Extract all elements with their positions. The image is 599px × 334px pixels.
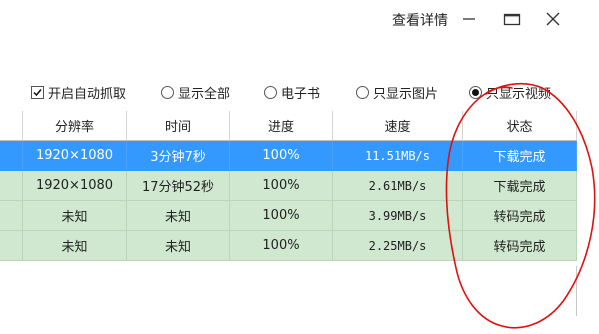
row-cell-blank [0, 201, 23, 231]
header-time[interactable]: 时间 [127, 111, 230, 141]
filter-bar: 开启自动抓取 显示全部 电子书 只显示图片 只显示视频 [0, 82, 599, 102]
images-only-radio[interactable]: 只显示图片 [356, 82, 438, 102]
status-cell: 转码完成 [463, 231, 577, 261]
view-details-link[interactable]: 查看详情 [392, 10, 448, 30]
table-row[interactable]: 未知 未知 100% 3.99MB/s 转码完成 [0, 201, 577, 231]
images-only-label: 只显示图片 [373, 86, 439, 102]
speed-cell: 11.51MB/s [333, 141, 463, 171]
column-divider [576, 266, 577, 316]
progress-cell: 100% [230, 171, 333, 201]
download-table: 分辨率 时间 进度 速度 状态 1920×1080 3分钟7秒 100% 11.… [0, 111, 577, 261]
checkmark-icon [33, 88, 42, 96]
table-header: 分辨率 时间 进度 速度 状态 [0, 111, 577, 141]
show-all-radio[interactable]: 显示全部 [161, 82, 230, 102]
progress-cell: 100% [230, 201, 333, 231]
table-row[interactable]: 未知 未知 100% 2.25MB/s 转码完成 [0, 231, 577, 261]
resolution-cell: 1920×1080 [23, 171, 127, 201]
close-button[interactable] [541, 8, 565, 30]
maximize-button[interactable] [500, 8, 524, 30]
checkbox-box[interactable] [31, 85, 44, 99]
header-status[interactable]: 状态 [463, 111, 577, 141]
title-bar: 查看详情 [0, 0, 599, 40]
header-progress[interactable]: 进度 [230, 111, 333, 141]
auto-capture-label: 开启自动抓取 [48, 86, 127, 102]
time-cell: 3分钟7秒 [127, 141, 230, 171]
header-resolution[interactable]: 分辨率 [23, 111, 127, 141]
resolution-cell: 未知 [23, 231, 127, 261]
radio-indicator[interactable] [264, 85, 277, 99]
auto-capture-checkbox[interactable]: 开启自动抓取 [31, 82, 126, 102]
progress-cell: 100% [230, 231, 333, 261]
table-row[interactable]: 1920×1080 17分钟52秒 100% 2.61MB/s 下载完成 [0, 171, 577, 201]
time-cell: 未知 [127, 201, 230, 231]
speed-cell: 2.25MB/s [333, 231, 463, 261]
speed-cell: 2.61MB/s [333, 171, 463, 201]
minimize-icon [463, 18, 475, 20]
row-cell-blank [0, 141, 23, 171]
videos-only-radio[interactable]: 只显示视频 [469, 82, 551, 102]
row-cell-blank [0, 231, 23, 261]
radio-indicator[interactable] [356, 85, 369, 99]
minimize-button[interactable] [457, 8, 481, 30]
status-cell: 下载完成 [463, 171, 577, 201]
time-cell: 未知 [127, 231, 230, 261]
header-speed[interactable]: 速度 [333, 111, 463, 141]
resolution-cell: 未知 [23, 201, 127, 231]
status-cell: 转码完成 [463, 201, 577, 231]
show-all-label: 显示全部 [178, 86, 231, 102]
table-row[interactable]: 1920×1080 3分钟7秒 100% 11.51MB/s 下载完成 [0, 141, 577, 171]
close-icon [546, 12, 560, 26]
time-cell: 17分钟52秒 [127, 171, 230, 201]
radio-indicator-selected[interactable] [469, 85, 482, 99]
ebook-radio[interactable]: 电子书 [264, 82, 320, 102]
ebook-label: 电子书 [281, 86, 321, 102]
videos-only-label: 只显示视频 [486, 86, 552, 102]
radio-indicator[interactable] [161, 85, 174, 99]
header-cell-blank [0, 111, 23, 141]
row-cell-blank [0, 171, 23, 201]
status-cell: 下载完成 [463, 141, 577, 171]
speed-cell: 3.99MB/s [333, 201, 463, 231]
resolution-cell: 1920×1080 [23, 141, 127, 171]
progress-cell: 100% [230, 141, 333, 171]
maximize-icon [503, 13, 521, 26]
